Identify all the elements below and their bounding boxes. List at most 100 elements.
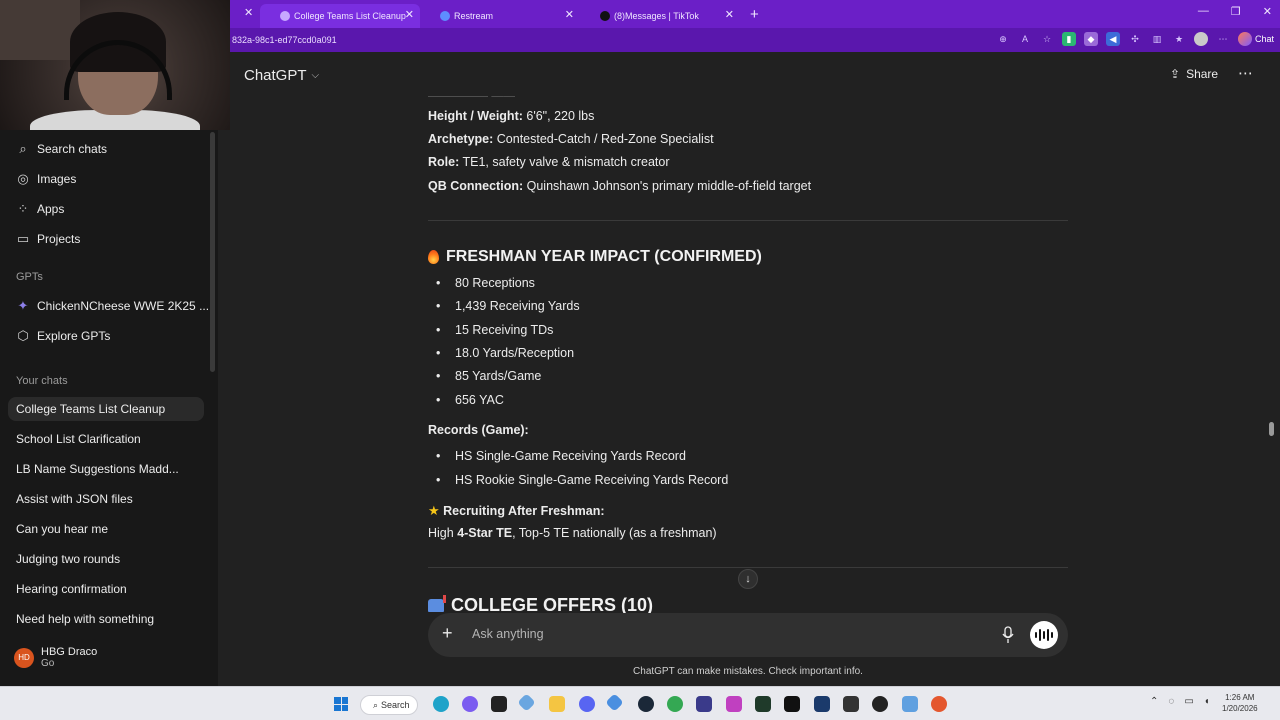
tab-close-icon[interactable]: ✕ (725, 8, 734, 21)
close-window-icon[interactable]: ✕ (1263, 5, 1272, 18)
prompt-input[interactable] (472, 627, 972, 641)
edge-browser-icon[interactable] (433, 696, 449, 712)
copilot-chat-label: Chat (1254, 34, 1274, 44)
app-blue-icon[interactable] (605, 693, 624, 712)
sidebar-item-apps[interactable]: ⁘ Apps (16, 201, 65, 217)
file-explorer-icon[interactable] (549, 696, 565, 712)
copilot-chat-button[interactable]: Chat (1237, 32, 1274, 46)
taskbar-clock[interactable]: 1:26 AM 1/20/2026 (1222, 692, 1258, 714)
star-icon: ★ (428, 503, 440, 518)
microphone-icon[interactable] (1002, 626, 1014, 644)
chat-item[interactable]: School List Clarification (8, 427, 204, 451)
chat-scrollbar-thumb[interactable] (1269, 422, 1274, 436)
chat-item[interactable]: College Teams List Cleanup (8, 397, 204, 421)
voice-bar (1051, 632, 1053, 638)
tiktok-icon[interactable] (784, 696, 800, 712)
sidebar: ⌕ Search chats ◎ Images ⁘ Apps ▭ Project… (0, 130, 218, 686)
tray-app-icon[interactable]: ◌ (1168, 696, 1174, 707)
minimize-icon[interactable]: — (1198, 5, 1209, 18)
tab-title: (8)Messages | TikTok (614, 11, 699, 21)
share-button[interactable]: ⇪ Share (1170, 67, 1218, 81)
app-pink-icon[interactable] (726, 696, 742, 712)
extensions-puzzle-icon[interactable]: ✣ (1128, 32, 1142, 46)
sidebar-item-label: Projects (37, 232, 81, 246)
discord-icon[interactable] (579, 696, 595, 712)
sidebar-item-custom-gpt[interactable]: ✦ ChickenNCheese WWE 2K25 ... (16, 298, 210, 314)
chrome-icon[interactable] (667, 696, 683, 712)
extension-toolbar: ⊕ A ☆ ▮ ◆ ◀ ✣ ▥ ★ ⋯ Chat (996, 32, 1274, 46)
app-panel-icon[interactable] (696, 696, 712, 712)
opera-gx-icon[interactable] (931, 696, 947, 712)
app-navy-icon[interactable] (814, 696, 830, 712)
sidebar-item-search-chats[interactable]: ⌕ Search chats (16, 141, 107, 157)
chevron-down-icon: ⌵ (311, 70, 320, 81)
tab-close-icon[interactable]: ✕ (565, 8, 574, 21)
chat-item[interactable]: Assist with JSON files (8, 487, 204, 511)
extension-green-icon[interactable]: ▮ (1061, 32, 1076, 46)
tab-college-teams-list-cleanup[interactable]: College Teams List Cleanup ✕ (260, 4, 420, 28)
recruiting-pre: High (428, 526, 458, 540)
extension-blue-icon[interactable]: ◀ (1105, 32, 1120, 46)
share-icon: ⇪ (1170, 67, 1181, 81)
sidebar-scrollbar[interactable] (210, 132, 215, 372)
line-value: Contested-Catch / Red-Zone Specialist (496, 132, 714, 146)
browser-profile-icon[interactable] (1193, 32, 1208, 46)
url-text[interactable]: 832a-98c1-ed77ccd0a091 (230, 35, 337, 45)
recruiting-heading-text: Recruiting After Freshman: (443, 504, 605, 518)
notepad-icon[interactable] (902, 696, 918, 712)
chat-item[interactable]: LB Name Suggestions Madd... (8, 457, 204, 481)
voice-bar (1039, 629, 1041, 641)
app-diamond-icon[interactable] (517, 693, 536, 712)
tab-title: Restream (454, 11, 494, 21)
line-value: Quinshawn Johnson's primary middle-of-fi… (526, 179, 812, 193)
new-tab-plus-icon[interactable]: + (750, 6, 759, 23)
user-profile-button[interactable]: HD HBG Draco Go (14, 646, 97, 669)
fire-icon (428, 250, 439, 264)
voice-bar (1043, 631, 1045, 639)
close-icon[interactable]: ✕ (244, 6, 253, 19)
chat-item[interactable]: Judging two rounds (8, 547, 204, 571)
tab-close-icon[interactable]: ✕ (405, 8, 414, 21)
voice-mode-button[interactable] (1030, 621, 1058, 649)
extension-shield-icon[interactable]: ◆ (1083, 32, 1098, 46)
line-label: QB Connection: (428, 179, 524, 193)
record-list-item: HS Single-Game Receiving Yards Record (436, 449, 686, 463)
split-screen-icon[interactable]: ▥ (1150, 32, 1164, 46)
tab-tiktok-messages[interactable]: (8)Messages | TikTok ✕ (580, 4, 740, 28)
favorites-icon[interactable]: ★ (1172, 32, 1186, 46)
zoom-icon[interactable]: ⊕ (996, 32, 1010, 46)
favorite-star-icon[interactable]: ☆ (1040, 32, 1054, 46)
chatgpt-favicon-icon (280, 11, 290, 21)
tab-restream[interactable]: Restream ✕ (420, 4, 580, 28)
windows-start-icon[interactable] (334, 697, 348, 711)
voice-bar (1047, 629, 1049, 641)
app-green-terminal-icon[interactable] (755, 696, 771, 712)
volume-icon[interactable]: ◖ (1204, 696, 1210, 707)
app-m-icon[interactable] (843, 696, 859, 712)
network-icon[interactable]: ▭ (1184, 696, 1193, 707)
taskbar-search-button[interactable]: ⌕ Search (360, 695, 418, 715)
recruiting-post: , Top-5 TE nationally (as a freshman) (512, 526, 717, 540)
messenger-icon[interactable] (462, 696, 478, 712)
more-options-icon[interactable]: ⋯ (1238, 64, 1254, 82)
restore-icon[interactable]: ❐ (1231, 5, 1241, 18)
sidebar-item-projects[interactable]: ▭ Projects (16, 231, 81, 247)
sidebar-item-explore-gpts[interactable]: ⬡ Explore GPTs (16, 328, 110, 344)
sidebar-item-images[interactable]: ◎ Images (16, 171, 76, 187)
scroll-to-bottom-button[interactable]: ↓ (738, 569, 758, 589)
line-label: Height / Weight: (428, 109, 523, 123)
chevron-up-icon[interactable]: ⌃ (1150, 696, 1158, 707)
cut-off-heading: ▬▬▬▬▬ ▬▬ (428, 89, 516, 97)
model-selector[interactable]: ChatGPT ⌵ (244, 67, 319, 84)
chat-item[interactable]: Hearing confirmation (8, 577, 204, 601)
browser-menu-icon[interactable]: ⋯ (1216, 32, 1230, 46)
obs-icon[interactable] (872, 696, 888, 712)
add-attachment-plus-icon[interactable]: + (442, 623, 453, 644)
read-aloud-icon[interactable]: A (1018, 32, 1032, 46)
terminal-icon[interactable] (491, 696, 507, 712)
mailbox-icon (428, 595, 446, 612)
chat-item[interactable]: Need help with something (8, 607, 204, 631)
chat-item[interactable]: Can you hear me (8, 517, 204, 541)
steam-icon[interactable] (638, 696, 654, 712)
recruiting-heading: ★ Recruiting After Freshman: (428, 503, 605, 519)
